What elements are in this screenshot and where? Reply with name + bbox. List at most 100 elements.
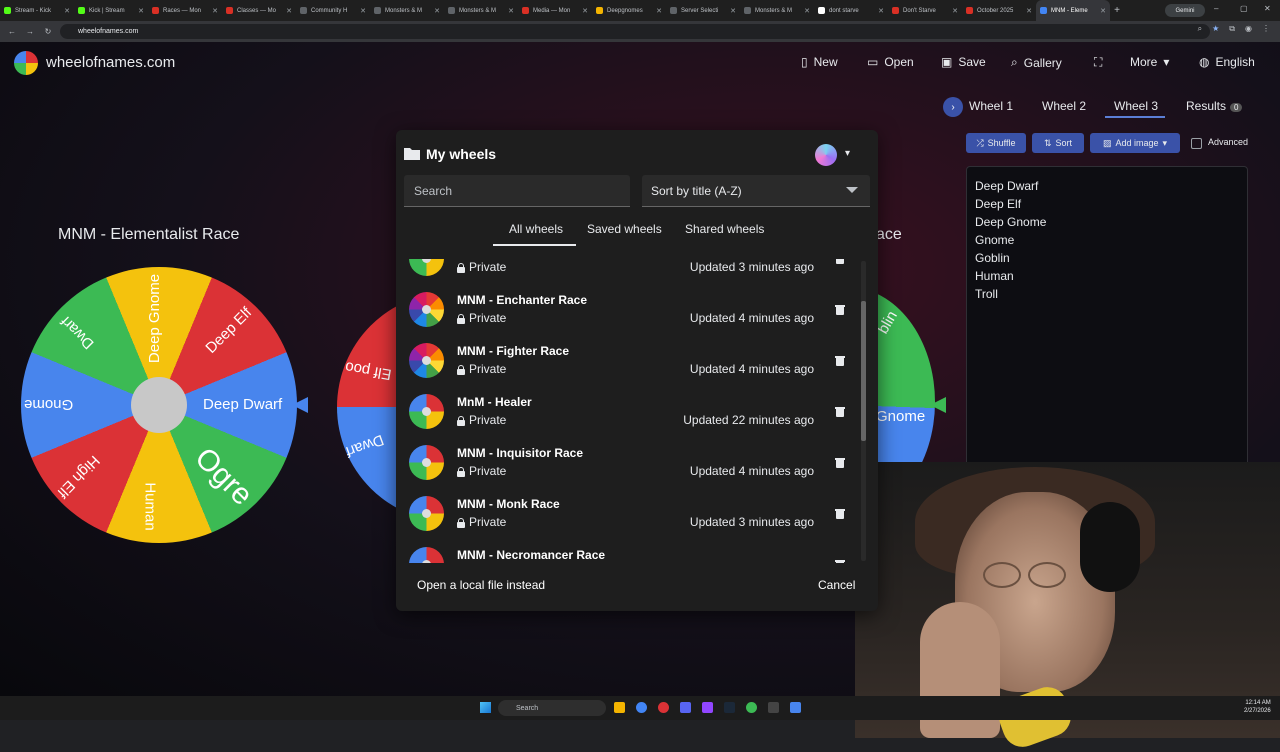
spotify-icon[interactable] [746,702,757,713]
scrollbar-thumb[interactable] [861,301,866,441]
wheel-logo-icon[interactable] [14,51,38,75]
close-tab-icon[interactable]: ✕ [952,7,958,15]
more-button[interactable]: More ▾ [1130,55,1169,69]
close-tab-icon[interactable]: ✕ [582,7,588,15]
tab-wheel-3[interactable]: Wheel 3 [1114,99,1158,113]
browser-tab[interactable]: Monsters & M ✕ [444,0,518,21]
browser-tab[interactable]: Classes — Mo ✕ [222,0,296,21]
gallery-button[interactable]: ⌕ Gallery [1011,55,1062,70]
close-tab-icon[interactable]: ✕ [434,7,440,15]
close-tab-icon[interactable]: ✕ [656,7,662,15]
open-button[interactable]: ▭ Open [867,55,914,69]
close-tab-icon[interactable]: ✕ [878,7,884,15]
browser-tab[interactable]: Kick | Stream ✕ [74,0,148,21]
app-icon[interactable] [658,702,669,713]
close-tab-icon[interactable]: ✕ [1026,7,1032,15]
url-bar[interactable]: wheelofnames.com [60,24,1210,39]
tab-results[interactable]: Results 0 [1186,99,1243,113]
tab-all-wheels[interactable]: All wheels [509,222,563,236]
app-icon[interactable] [680,702,691,713]
trash-icon[interactable] [835,406,845,417]
browser-tab[interactable]: Monsters & M ✕ [370,0,444,21]
add-image-button[interactable]: ▨ Add image ▾ [1090,133,1180,153]
steam-icon[interactable] [724,702,735,713]
browser-tab[interactable]: Don't Starve ✕ [888,0,962,21]
new-tab-icon[interactable]: + [1110,5,1124,16]
close-tab-icon[interactable]: ✕ [508,7,514,15]
wheel-list-item[interactable]: MnM - Healer Private Updated 22 minutes ag… [404,386,854,437]
close-tab-icon[interactable]: ✕ [286,7,292,15]
browser-tab[interactable]: Community H ✕ [296,0,370,21]
taskbar-clock[interactable]: 12:14 AM 2/27/2026 [1244,699,1271,715]
new-button[interactable]: ▯ New [801,55,838,69]
close-tab-icon[interactable]: ✕ [360,7,366,15]
browser-tab[interactable]: Media — Mon ✕ [518,0,592,21]
sort-button[interactable]: ⇅ Sort [1032,133,1084,153]
gemini-button[interactable]: Gemini [1165,4,1205,17]
search-field[interactable] [404,175,630,207]
site-name[interactable]: wheelofnames.com [46,54,175,71]
menu-dots-icon[interactable]: ⋮ [1262,24,1270,34]
browser-tab[interactable]: dont starve ✕ [814,0,888,21]
advanced-checkbox[interactable] [1191,138,1202,149]
reload-icon[interactable]: ↻ [42,27,54,36]
chevron-down-icon[interactable]: ▾ [845,148,850,159]
browser-tab[interactable]: MNM - Eleme ✕ [1036,0,1110,21]
wheel-list-item[interactable]: MNM - Inquisitor Race Private Updated 4 mi… [404,437,854,488]
maximize-icon[interactable]: ▢ [1240,4,1248,13]
browser-tab[interactable]: Deepgnomes ✕ [592,0,666,21]
browser-tab[interactable]: Server Selecti ✕ [666,0,740,21]
wheel-list-item[interactable]: MNM - Necromancer Race [404,539,854,563]
browser-tab[interactable]: Races — Mon ✕ [148,0,222,21]
obs-icon[interactable] [768,702,779,713]
profile-icon[interactable]: ◉ [1245,24,1252,34]
close-tab-icon[interactable]: ✕ [64,7,70,15]
trash-icon[interactable] [835,355,845,366]
browser-tab[interactable]: Monsters & M ✕ [740,0,814,21]
trash-icon[interactable] [835,304,845,315]
forward-icon[interactable]: → [24,27,36,36]
fullscreen-icon[interactable]: ⛶ [1094,55,1102,70]
windows-start-icon[interactable] [480,702,491,713]
shuffle-button[interactable]: ⤮ Shuffle [966,133,1026,153]
back-icon[interactable]: ← [6,27,18,36]
wheel-list-item[interactable]: MNM - Fighter Race Private Updated 4 minut… [404,335,854,386]
close-tab-icon[interactable]: ✕ [138,7,144,15]
tab-wheel-1[interactable]: Wheel 1 [969,99,1013,113]
search-icon[interactable]: ⌕ [1198,24,1202,34]
app-icon[interactable] [790,702,801,713]
search-input[interactable] [404,175,630,206]
wheel-list-item[interactable]: MNM - Monk Race Private Updated 3 minutes … [404,488,854,539]
wheel-list-item[interactable]: MNM - Enchanter Race Private Updated 4 min… [404,284,854,335]
wheel-list-item[interactable]: Private Updated 3 minutes ago [404,259,854,284]
close-window-icon[interactable]: ✕ [1264,4,1271,13]
list-scrollbar[interactable] [861,261,866,561]
bookmark-star-icon[interactable]: ★ [1212,24,1219,34]
trash-icon[interactable] [835,259,845,264]
sort-select[interactable]: Sort by title (A-Z) [642,175,870,207]
taskbar-search[interactable]: Search [498,700,606,716]
close-tab-icon[interactable]: ✕ [212,7,218,15]
open-local-file-button[interactable]: Open a local file instead [417,578,545,592]
wheels-list[interactable]: Private Updated 3 minutes ago MNM - Enchan… [404,259,870,563]
app-icon[interactable] [702,702,713,713]
tab-shared-wheels[interactable]: Shared wheels [685,222,764,236]
save-button[interactable]: ▣ Save [941,55,986,69]
close-tab-icon[interactable]: ✕ [1100,7,1106,15]
close-tab-icon[interactable]: ✕ [804,7,810,15]
chrome-icon[interactable] [636,702,647,713]
minimize-icon[interactable]: – [1214,4,1218,13]
browser-tab[interactable]: Stream - Kick ✕ [0,0,74,21]
extensions-icon[interactable]: ⧉ [1229,24,1235,34]
cancel-button[interactable]: Cancel [818,578,855,592]
tab-saved-wheels[interactable]: Saved wheels [587,222,662,236]
close-tab-icon[interactable]: ✕ [730,7,736,15]
left-wheel-center[interactable] [131,377,187,433]
language-button[interactable]: ◍ English [1199,55,1255,69]
file-explorer-icon[interactable] [614,702,625,713]
user-avatar[interactable] [815,144,837,166]
trash-icon[interactable] [835,559,845,563]
browser-tab[interactable]: October 2025 ✕ [962,0,1036,21]
trash-icon[interactable] [835,457,845,468]
collapse-panel-button[interactable]: › [943,97,963,117]
